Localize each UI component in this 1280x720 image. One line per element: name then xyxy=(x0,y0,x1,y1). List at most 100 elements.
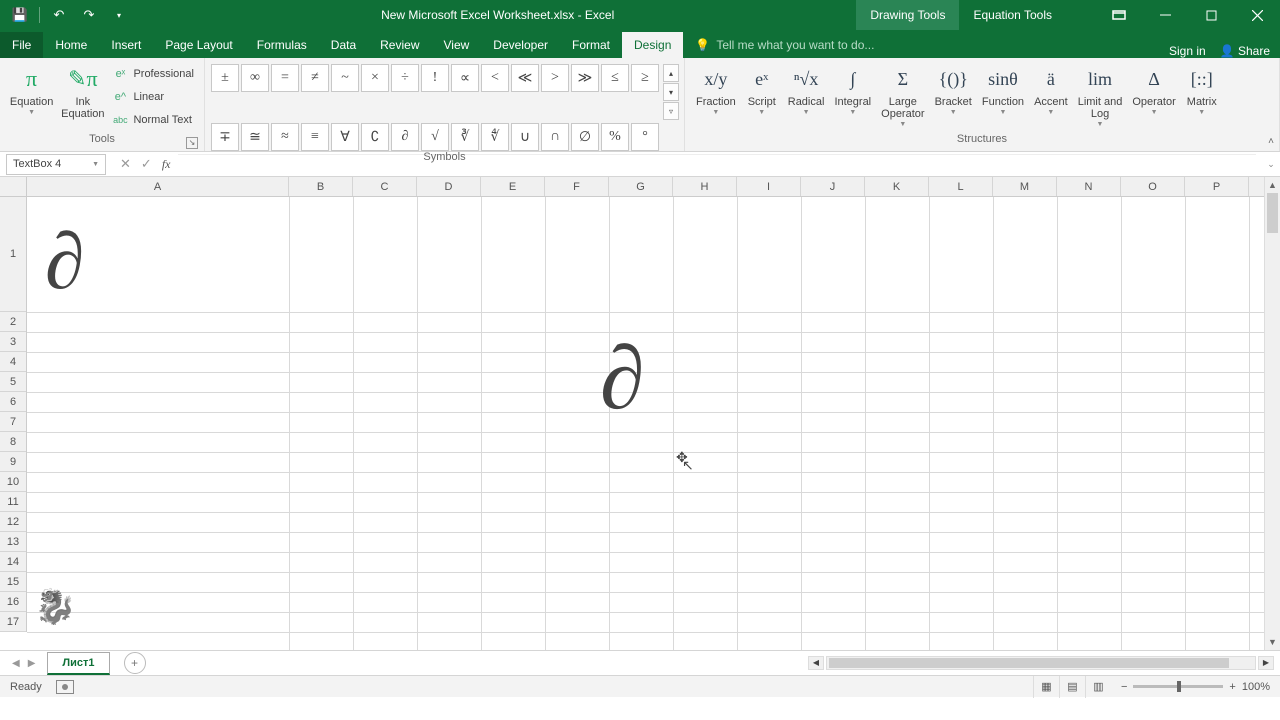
normal-view-icon[interactable]: ▦ xyxy=(1033,676,1059,698)
symbol-≈[interactable]: ≈ xyxy=(271,123,299,151)
structure-integral[interactable]: ∫Integral▼ xyxy=(829,61,876,118)
symbol-≫[interactable]: ≫ xyxy=(571,64,599,92)
symbol-°[interactable]: ° xyxy=(631,123,659,151)
col-header-G[interactable]: G xyxy=(609,177,673,196)
macro-record-icon[interactable] xyxy=(56,680,74,694)
ink-equation-button[interactable]: ✎π Ink Equation xyxy=(57,61,108,122)
tab-data[interactable]: Data xyxy=(319,32,368,58)
symbol-≤[interactable]: ≤ xyxy=(601,64,629,92)
save-icon[interactable]: 💾 xyxy=(6,2,34,28)
row-header-12[interactable]: 12 xyxy=(0,512,26,532)
tab-insert[interactable]: Insert xyxy=(99,32,153,58)
col-header-N[interactable]: N xyxy=(1057,177,1121,196)
col-header-B[interactable]: B xyxy=(289,177,353,196)
minimize-icon[interactable] xyxy=(1142,0,1188,30)
symbol-∪[interactable]: ∪ xyxy=(511,123,539,151)
col-header-H[interactable]: H xyxy=(673,177,737,196)
normal-text-button[interactable]: abcNormal Text xyxy=(112,109,194,131)
structure-matrix[interactable]: [::]Matrix▼ xyxy=(1181,61,1223,118)
collapse-ribbon-icon[interactable]: ˄ xyxy=(1268,136,1274,147)
vertical-scrollbar[interactable]: ▲ ▼ xyxy=(1264,177,1280,650)
symbol->[interactable]: > xyxy=(541,64,569,92)
symbol-∝[interactable]: ∝ xyxy=(451,64,479,92)
structure-accent[interactable]: äAccent▼ xyxy=(1029,61,1073,118)
row-header-3[interactable]: 3 xyxy=(0,332,26,352)
symbol-×[interactable]: × xyxy=(361,64,389,92)
col-header-C[interactable]: C xyxy=(353,177,417,196)
name-box[interactable]: TextBox 4▼ xyxy=(6,154,106,175)
page-break-view-icon[interactable]: ▥ xyxy=(1085,676,1111,698)
tab-home[interactable]: Home xyxy=(43,32,99,58)
symbol-~[interactable]: ~ xyxy=(331,64,359,92)
col-header-P[interactable]: P xyxy=(1185,177,1249,196)
col-header-D[interactable]: D xyxy=(417,177,481,196)
row-header-7[interactable]: 7 xyxy=(0,412,26,432)
redo-icon[interactable]: ↷ xyxy=(75,2,103,28)
dragon-image[interactable]: 🐉 xyxy=(34,587,76,627)
column-headers[interactable]: ABCDEFGHIJKLMNOP xyxy=(27,177,1264,197)
col-header-K[interactable]: K xyxy=(865,177,929,196)
row-header-5[interactable]: 5 xyxy=(0,372,26,392)
symbol-≅[interactable]: ≅ xyxy=(241,123,269,151)
col-header-F[interactable]: F xyxy=(545,177,609,196)
maximize-icon[interactable] xyxy=(1188,0,1234,30)
tab-view[interactable]: View xyxy=(432,32,482,58)
new-sheet-button[interactable]: + xyxy=(124,652,146,674)
structure-large-operator[interactable]: ΣLarge Operator▼ xyxy=(876,61,929,130)
tab-page-layout[interactable]: Page Layout xyxy=(153,32,244,58)
row-header-17[interactable]: 17 xyxy=(0,612,26,632)
row-header-8[interactable]: 8 xyxy=(0,432,26,452)
structure-operator[interactable]: ΔOperator▼ xyxy=(1127,61,1180,118)
horizontal-scrollbar[interactable] xyxy=(826,656,1256,670)
hscroll-left-icon[interactable]: ◀ xyxy=(808,656,824,670)
tools-launcher-icon[interactable]: ↘ xyxy=(186,137,198,149)
tab-developer[interactable]: Developer xyxy=(481,32,560,58)
close-icon[interactable] xyxy=(1234,0,1280,30)
scroll-thumb[interactable] xyxy=(1267,193,1278,233)
tab-file[interactable]: File xyxy=(0,32,43,58)
symbol-√[interactable]: √ xyxy=(421,123,449,151)
symbol-=[interactable]: = xyxy=(271,64,299,92)
select-all-corner[interactable] xyxy=(0,177,27,197)
symbol-≪[interactable]: ≪ xyxy=(511,64,539,92)
symbol-gallery-nav-1[interactable]: ▾ xyxy=(663,83,679,101)
row-header-15[interactable]: 15 xyxy=(0,572,26,592)
qat-customize-icon[interactable]: ▾ xyxy=(105,2,133,28)
row-header-1[interactable]: 1 xyxy=(0,197,26,312)
cancel-formula-icon[interactable]: ✕ xyxy=(120,156,131,172)
expand-formula-bar-icon[interactable]: ⌄ xyxy=(1262,159,1280,170)
symbol-∅[interactable]: ∅ xyxy=(571,123,599,151)
ribbon-display-icon[interactable] xyxy=(1096,0,1142,30)
scroll-up-icon[interactable]: ▲ xyxy=(1265,177,1280,193)
cells-grid[interactable] xyxy=(27,197,1264,650)
tab-nav-next-icon[interactable]: ▶ xyxy=(28,658,36,669)
enter-formula-icon[interactable]: ✓ xyxy=(141,156,152,172)
symbol-gallery-nav-2[interactable]: ▿ xyxy=(663,102,679,120)
col-header-M[interactable]: M xyxy=(993,177,1057,196)
share-button[interactable]: 👤 Share xyxy=(1220,44,1270,58)
zoom-in-icon[interactable]: + xyxy=(1229,681,1235,693)
col-header-A[interactable]: A xyxy=(27,177,289,196)
symbol-≠[interactable]: ≠ xyxy=(301,64,329,92)
structure-limit-and-log[interactable]: limLimit and Log▼ xyxy=(1073,61,1128,130)
structure-function[interactable]: sinθFunction▼ xyxy=(977,61,1029,118)
symbol-≡[interactable]: ≡ xyxy=(301,123,329,151)
symbol-∂[interactable]: ∂ xyxy=(391,123,419,151)
equation-button[interactable]: π Equation ▼ xyxy=(6,61,57,118)
col-header-L[interactable]: L xyxy=(929,177,993,196)
col-header-I[interactable]: I xyxy=(737,177,801,196)
page-layout-view-icon[interactable]: ▤ xyxy=(1059,676,1085,698)
row-header-11[interactable]: 11 xyxy=(0,492,26,512)
symbol-![interactable]: ! xyxy=(421,64,449,92)
partial-symbol-textbox[interactable]: ∂ xyxy=(600,327,644,430)
row-header-14[interactable]: 14 xyxy=(0,552,26,572)
structure-script[interactable]: eˣScript▼ xyxy=(741,61,783,118)
fx-icon[interactable]: fx xyxy=(162,157,171,172)
tell-me-search[interactable]: 💡Tell me what you want to do... xyxy=(683,32,1159,58)
symbol-∁[interactable]: ∁ xyxy=(361,123,389,151)
row-header-10[interactable]: 10 xyxy=(0,472,26,492)
row-headers[interactable]: 1234567891011121314151617 xyxy=(0,197,27,632)
symbol-∜[interactable]: ∜ xyxy=(481,123,509,151)
symbol-∀[interactable]: ∀ xyxy=(331,123,359,151)
row-header-6[interactable]: 6 xyxy=(0,392,26,412)
